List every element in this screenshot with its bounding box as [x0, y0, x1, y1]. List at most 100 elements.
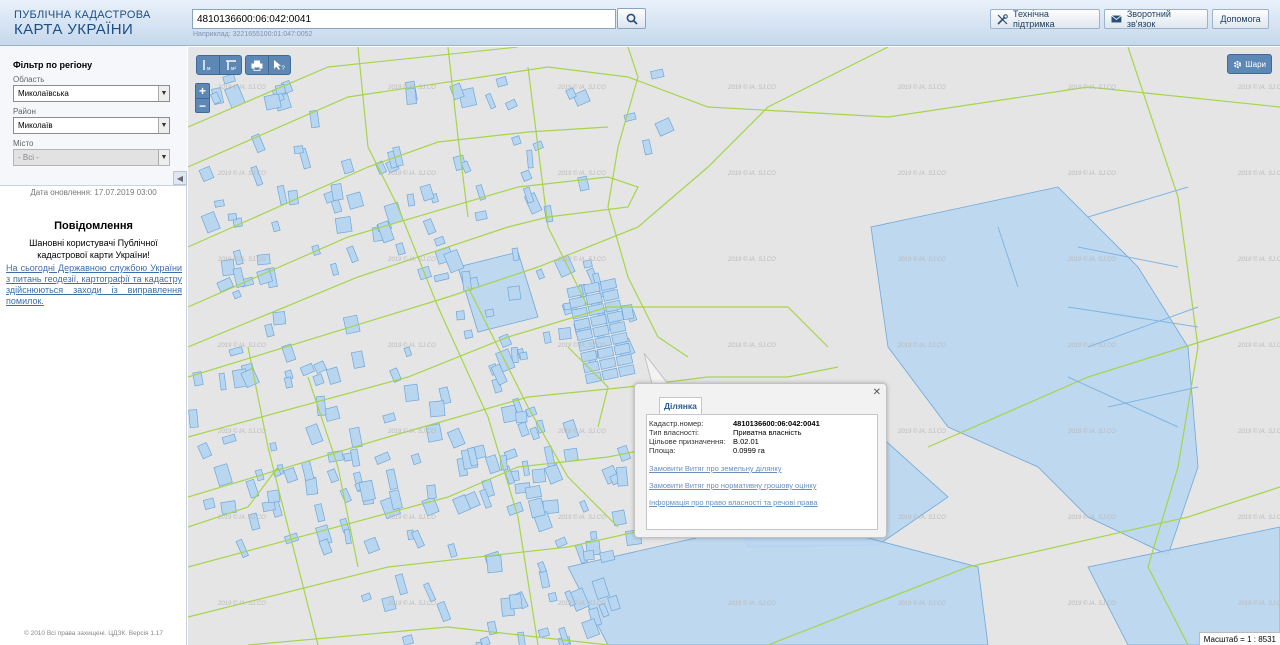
building-parcel[interactable] [504, 98, 518, 111]
measure-distance-button[interactable]: м [197, 56, 219, 74]
building-parcel[interactable] [323, 405, 341, 422]
building-parcel[interactable] [517, 631, 526, 645]
building-parcel[interactable] [281, 343, 297, 363]
building-parcel[interactable] [314, 503, 326, 523]
collapse-sidebar-button[interactable]: ◀ [173, 171, 187, 185]
oblast-select[interactable]: Миколаївська ▼ [13, 85, 170, 102]
building-parcel[interactable] [213, 463, 233, 487]
building-parcel[interactable] [422, 218, 437, 236]
message-link[interactable]: На сьогодні Державною службою України з … [6, 263, 182, 307]
building-parcel[interactable] [221, 433, 237, 445]
building-parcel[interactable] [349, 448, 361, 468]
help-button[interactable]: Допомога [1212, 9, 1269, 29]
building-parcel[interactable] [426, 484, 437, 500]
building-parcel[interactable] [446, 427, 466, 449]
building-parcel[interactable] [346, 245, 359, 264]
map-canvas[interactable]: 2019 © ІА. SJ.CO 2019 © ІА. SJ.CO 2019 © І… [188, 47, 1280, 645]
building-parcel[interactable] [563, 447, 579, 463]
building-parcel[interactable] [360, 592, 372, 603]
building-parcel[interactable] [395, 242, 406, 256]
building-parcel[interactable] [358, 479, 376, 502]
building-parcel[interactable] [474, 210, 488, 222]
building-parcel[interactable] [520, 169, 533, 182]
building-parcel[interactable] [197, 442, 213, 460]
building-parcel[interactable] [429, 400, 446, 418]
building-parcel[interactable] [572, 89, 591, 107]
building-parcel[interactable] [558, 327, 572, 341]
building-parcel[interactable] [271, 220, 281, 233]
building-parcel[interactable] [326, 468, 340, 484]
building-parcel[interactable] [517, 421, 530, 438]
building-parcel[interactable] [334, 216, 353, 234]
building-parcel[interactable] [272, 311, 287, 326]
tech-support-button[interactable]: Технічна підтримка [990, 9, 1100, 29]
building-parcel[interactable] [583, 281, 601, 295]
zoom-out-button[interactable]: − [196, 98, 209, 113]
order-valuation-extract-link[interactable]: Замовити Витяг про нормативну грошову оц… [649, 481, 816, 490]
building-parcel[interactable] [340, 158, 355, 175]
building-parcel[interactable] [538, 569, 551, 589]
feedback-button[interactable]: Зворотний зв'язок [1104, 9, 1208, 29]
building-parcel[interactable] [263, 93, 282, 111]
building-parcel[interactable] [222, 73, 236, 85]
building-parcel[interactable] [579, 499, 590, 513]
building-parcel[interactable] [200, 211, 221, 234]
building-parcel[interactable] [511, 135, 522, 146]
measure-area-button[interactable]: м² [219, 56, 241, 74]
building-parcel[interactable] [305, 423, 324, 446]
building-parcel[interactable] [350, 350, 366, 369]
building-parcel[interactable] [394, 573, 408, 596]
building-parcel[interactable] [401, 634, 415, 645]
building-parcel[interactable] [269, 441, 278, 452]
building-parcel[interactable] [301, 460, 315, 482]
building-parcel[interactable] [463, 329, 474, 340]
building-parcel[interactable] [592, 324, 610, 338]
building-parcel[interactable] [423, 582, 437, 603]
building-parcel[interactable] [266, 489, 281, 504]
building-parcel[interactable] [346, 191, 365, 210]
building-parcel[interactable] [537, 627, 550, 639]
zoom-in-button[interactable]: + [196, 84, 209, 98]
building-parcel[interactable] [227, 212, 238, 221]
building-parcel[interactable] [419, 183, 435, 202]
building-parcel[interactable] [455, 310, 466, 321]
building-parcel[interactable] [521, 460, 530, 477]
building-parcel[interactable] [403, 383, 420, 403]
order-land-extract-link[interactable]: Замовити Витяг про земельну ділянку [649, 464, 782, 473]
building-parcel[interactable] [654, 117, 675, 137]
building-parcel[interactable] [363, 536, 381, 555]
building-parcel[interactable] [484, 308, 495, 318]
building-parcel[interactable] [216, 276, 235, 293]
building-parcel[interactable] [618, 364, 636, 378]
building-parcel[interactable] [433, 272, 450, 283]
building-parcel[interactable] [410, 453, 422, 466]
building-parcel[interactable] [218, 372, 227, 391]
building-parcel[interactable] [382, 412, 397, 424]
building-parcel[interactable] [515, 411, 528, 424]
building-parcel[interactable] [519, 351, 528, 361]
building-parcel[interactable] [461, 270, 472, 292]
building-parcel[interactable] [339, 487, 352, 504]
site-logo[interactable]: ПУБЛІЧНА КАДАСТРОВА КАРТА УКРАЇНИ [14, 10, 151, 38]
building-parcel[interactable] [650, 68, 665, 80]
building-parcel[interactable] [582, 360, 600, 374]
building-parcel[interactable] [264, 323, 275, 338]
building-parcel[interactable] [577, 175, 590, 192]
close-icon[interactable]: ✕ [873, 387, 881, 398]
building-parcel[interactable] [484, 454, 501, 475]
print-button[interactable] [246, 56, 268, 74]
building-parcel[interactable] [535, 268, 546, 280]
building-parcel[interactable] [232, 289, 242, 300]
building-parcel[interactable] [601, 367, 619, 381]
building-parcel[interactable] [385, 468, 399, 491]
tab-parcel[interactable]: Ділянка [659, 397, 702, 414]
building-parcel[interactable] [484, 92, 497, 110]
building-parcel[interactable] [599, 357, 617, 370]
building-parcel[interactable] [554, 536, 568, 549]
building-parcel[interactable] [325, 366, 342, 385]
building-parcel[interactable] [293, 145, 304, 155]
building-parcel[interactable] [202, 497, 216, 510]
building-parcel[interactable] [507, 285, 522, 301]
building-parcel[interactable] [590, 313, 608, 327]
building-parcel[interactable] [283, 466, 299, 484]
